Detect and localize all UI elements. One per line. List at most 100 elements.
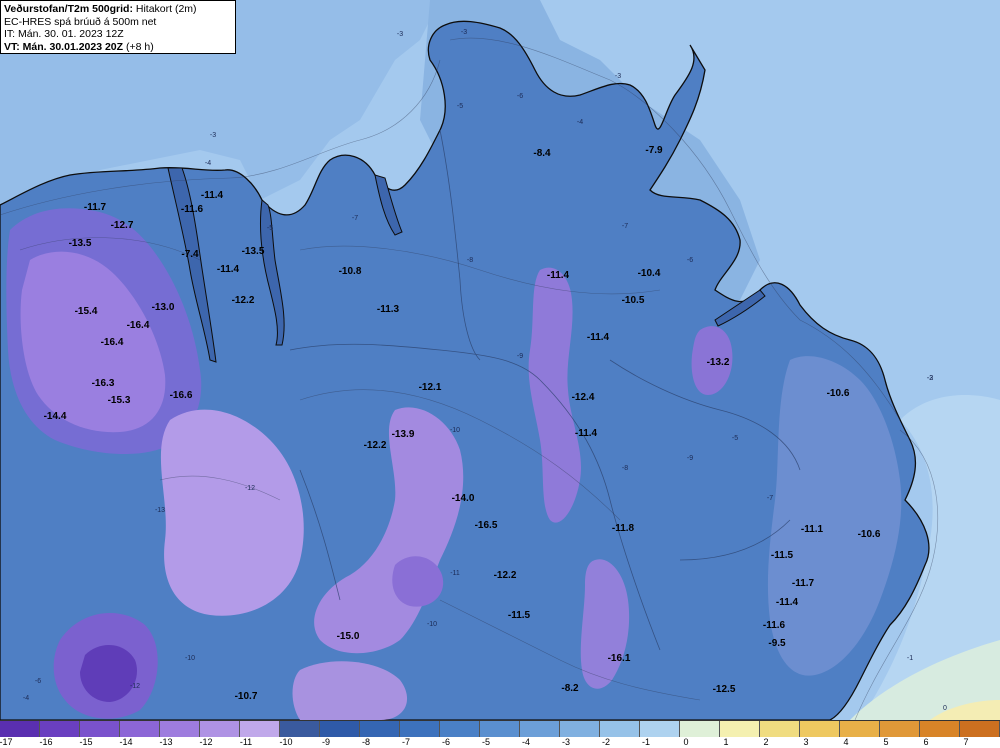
temperature-value-label: -16.3 — [92, 378, 115, 389]
temperature-value-label: -15.4 — [75, 306, 98, 317]
color-scale-tick: 6 — [923, 737, 929, 747]
color-scale-tick: -13 — [159, 737, 173, 747]
temperature-value-label: -11.4 — [217, 264, 240, 275]
contour-value-label: -5 — [267, 225, 273, 232]
color-scale-cell — [760, 721, 800, 737]
temperature-value-label: -16.4 — [101, 337, 124, 348]
temperature-value-label: -15.3 — [108, 395, 131, 406]
contour-value-label: -6 — [687, 257, 693, 264]
color-scale-tick: -3 — [561, 737, 571, 747]
contour-value-label: -13 — [155, 507, 165, 514]
contour-value-label: -12 — [245, 485, 255, 492]
color-scale-tick: -14 — [119, 737, 133, 747]
temperature-value-label: -11.4 — [587, 332, 610, 343]
color-scale-cell — [40, 721, 80, 737]
temperature-value-label: -7.4 — [181, 249, 199, 260]
color-scale-tick: 7 — [963, 737, 969, 747]
color-scale-tick: 3 — [803, 737, 809, 747]
model-line: EC-HRES spá brúuð á 500m net — [4, 15, 157, 28]
color-scale-cell — [880, 721, 920, 737]
valid-time-rest: (+8 h) — [123, 40, 154, 53]
contour-value-label: -10 — [450, 427, 460, 434]
temperature-value-label: -13.5 — [69, 238, 92, 249]
temperature-value-label: -10.6 — [827, 388, 850, 399]
color-scale-cell — [920, 721, 960, 737]
contour-value-label: -11 — [450, 570, 460, 577]
temperature-value-label: -16.5 — [475, 520, 498, 531]
contour-value-label: -3 — [615, 73, 621, 80]
temperature-map: -3 -3-3-4-3-3-2-10-5-6-4-5-7-8-7-6-9-10-9… — [0, 0, 1000, 720]
temperature-value-label: -11.7 — [792, 578, 815, 589]
color-scale-cell — [360, 721, 400, 737]
temperature-value-label: -11.6 — [181, 204, 204, 215]
contour-value-label: -7 — [352, 215, 358, 222]
color-scale-tick: -5 — [481, 737, 491, 747]
color-scale-tick: -2 — [601, 737, 611, 747]
contour-value-label: -6 — [517, 93, 523, 100]
temperature-value-label: -12.1 — [419, 382, 442, 393]
temperature-value-label: -12.4 — [572, 392, 595, 403]
contour-value-label: -7 — [622, 223, 628, 230]
temperature-value-label: -9.5 — [768, 638, 786, 649]
color-scale-tick: 1 — [723, 737, 729, 747]
temperature-value-label: -11.5 — [508, 610, 531, 621]
temperature-value-label: -7.9 — [645, 145, 663, 156]
contour-value-label: -12 — [130, 683, 140, 690]
contour-value-label: -8 — [467, 257, 473, 264]
contour-value-label: -4 — [577, 119, 583, 126]
color-scale-cell — [0, 721, 40, 737]
contour-value-label: -3 — [461, 29, 467, 36]
color-scale-tick: -12 — [199, 737, 213, 747]
contour-value-label: -10 — [427, 621, 437, 628]
temperature-value-label: -11.6 — [763, 620, 786, 631]
temperature-value-label: -13.9 — [392, 429, 415, 440]
color-scale-cell — [960, 721, 1000, 737]
color-scale-tick: -4 — [521, 737, 531, 747]
color-scale-cell — [400, 721, 440, 737]
color-scale-cell — [680, 721, 720, 737]
contour-value-label: -7 — [767, 495, 773, 502]
contour-value-label: -3 — [397, 31, 403, 38]
temperature-value-label: -12.2 — [494, 570, 517, 581]
contour-value-label: -8 — [622, 465, 628, 472]
color-scale-cell — [480, 721, 520, 737]
contour-value-label: -9 — [517, 353, 523, 360]
temperature-value-label: -12.2 — [232, 295, 255, 306]
contour-value-label: -10 — [185, 655, 195, 662]
contour-value-label: -2 — [927, 375, 933, 382]
temperature-value-label: -10.7 — [235, 691, 258, 702]
temperature-value-label: -14.0 — [452, 493, 475, 504]
color-scale-cell — [800, 721, 840, 737]
color-scale-cell — [80, 721, 120, 737]
temperature-value-label: -11.4 — [201, 190, 224, 201]
map-info-box: Veðurstofan/T2m 500grid: Hitakort (2m) E… — [0, 0, 236, 54]
color-scale-tick: 0 — [683, 737, 689, 747]
color-scale-tick: 2 — [763, 737, 769, 747]
color-scale-cell — [720, 721, 760, 737]
initial-time: IT: Mán. 30. 01. 2023 12Z — [4, 28, 124, 40]
temperature-value-label: -11.8 — [612, 523, 635, 534]
temperature-value-label: -11.4 — [575, 428, 598, 439]
color-scale-tick: -10 — [279, 737, 293, 747]
temperature-value-label: -11.3 — [377, 304, 400, 315]
temperature-value-label: -12.2 — [364, 440, 387, 451]
temperature-value-label: -8.2 — [561, 683, 579, 694]
temperature-value-label: -10.4 — [638, 268, 661, 279]
color-scale-tick: -9 — [321, 737, 331, 747]
color-scale-strip — [0, 720, 1000, 737]
color-scale-tick: -7 — [401, 737, 411, 747]
temperature-value-label: -13.5 — [242, 246, 265, 257]
color-scale-cell — [320, 721, 360, 737]
temperature-value-label: -11.1 — [801, 524, 824, 535]
contour-value-label: -4 — [205, 160, 211, 167]
color-scale-tick: -6 — [441, 737, 451, 747]
color-scale-tick: 4 — [843, 737, 849, 747]
contour-value-label: -5 — [457, 103, 463, 110]
color-scale-cell — [240, 721, 280, 737]
temperature-value-label: -14.4 — [44, 411, 67, 422]
color-scale-tick: -15 — [79, 737, 93, 747]
temperature-value-label: -10.8 — [339, 266, 362, 277]
color-scale-cell — [560, 721, 600, 737]
temperature-value-label: -8.4 — [533, 148, 551, 159]
contour-value-label: -1 — [907, 655, 913, 662]
